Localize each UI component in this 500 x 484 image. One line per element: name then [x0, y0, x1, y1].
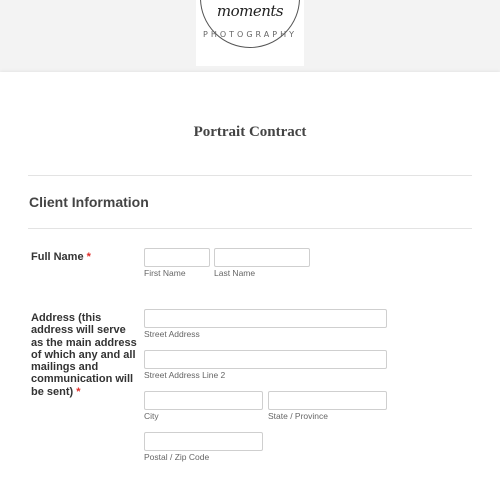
street-address-line2-sublabel: Street Address Line 2 — [144, 370, 226, 380]
street-address-input[interactable] — [144, 309, 387, 328]
logo-script-text: moments — [216, 2, 284, 20]
divider — [28, 228, 472, 229]
full-name-label-text: Full Name — [31, 251, 84, 263]
city-sublabel: City — [144, 411, 159, 421]
header: moments PHOTOGRAPHY — [0, 0, 500, 72]
state-input[interactable] — [268, 391, 387, 410]
state-sublabel: State / Province — [268, 411, 329, 421]
required-mark: * — [76, 385, 81, 398]
street-address-sublabel: Street Address — [144, 329, 200, 339]
address-label-text: Address (this address will serve as the … — [31, 312, 137, 398]
divider — [28, 175, 472, 176]
logo-sub-text: PHOTOGRAPHY — [203, 30, 297, 39]
zip-input[interactable] — [144, 432, 263, 451]
first-name-input[interactable] — [144, 248, 210, 267]
last-name-input[interactable] — [214, 248, 310, 267]
required-mark: * — [86, 251, 91, 263]
zip-sublabel: Postal / Zip Code — [144, 452, 210, 462]
city-input[interactable] — [144, 391, 263, 410]
section-title: Client Information — [29, 194, 149, 210]
form-title: Portrait Contract — [193, 124, 307, 140]
last-name-sublabel: Last Name — [214, 268, 256, 278]
logo: moments PHOTOGRAPHY — [196, 0, 304, 66]
street-address-line2-input[interactable] — [144, 350, 387, 369]
full-name-label: Full Name * — [31, 251, 91, 263]
form-card: Portrait Contract Client Information Ful… — [0, 72, 500, 484]
address-label: Address (this address will serve as the … — [31, 312, 141, 398]
first-name-sublabel: First Name — [144, 268, 186, 278]
